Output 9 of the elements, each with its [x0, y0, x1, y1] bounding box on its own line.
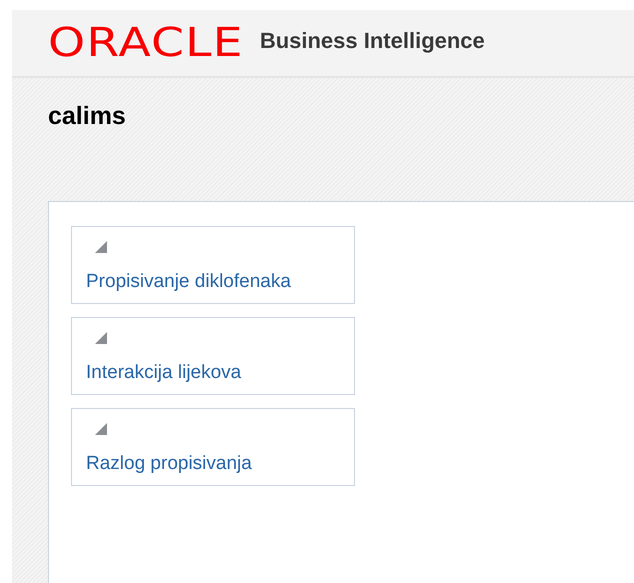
section-link[interactable]: Razlog propisivanja — [86, 453, 252, 475]
product-name: Business Intelligence — [260, 28, 485, 54]
logo: ORACLE — [48, 23, 244, 63]
page-title: calims — [48, 102, 126, 131]
section-link[interactable]: Interakcija lijekova — [86, 362, 242, 384]
section-link[interactable]: Propisivanje diklofenaka — [86, 271, 291, 293]
expanded-triangle-icon[interactable] — [95, 241, 107, 253]
expanded-triangle-icon[interactable] — [95, 423, 107, 435]
expanded-triangle-icon[interactable] — [95, 332, 107, 344]
